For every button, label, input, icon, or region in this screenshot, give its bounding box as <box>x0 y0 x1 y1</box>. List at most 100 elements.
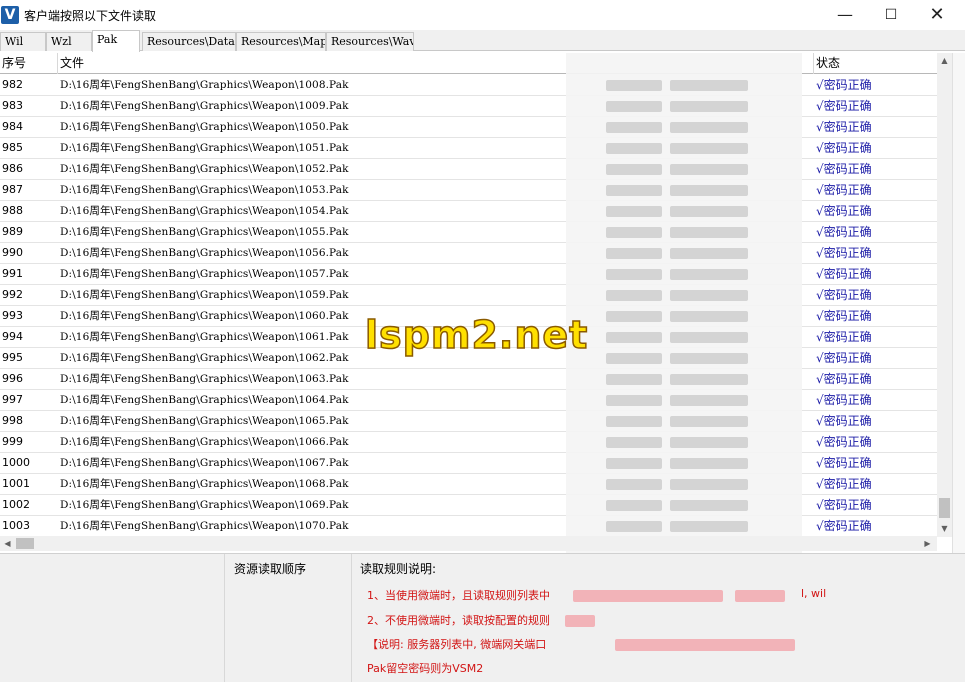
horizontal-scroll-thumb[interactable] <box>16 538 34 549</box>
resource-order-label: 资源读取顺序 <box>234 562 307 576</box>
minimize-button[interactable]: — <box>822 0 868 30</box>
row-seq: 993 <box>2 309 23 322</box>
redacted-cell <box>606 206 662 217</box>
row-seq: 1002 <box>2 498 30 511</box>
row-status: √密码正确 <box>816 435 872 449</box>
rule-4: Pak留空密码则为VSM2 <box>367 662 484 675</box>
maximize-button[interactable]: ☐ <box>868 0 914 30</box>
row-status: √密码正确 <box>816 351 872 365</box>
resource-order-panel: 资源读取顺序 <box>226 554 352 682</box>
redacted-cell <box>670 500 748 511</box>
scroll-right-icon[interactable]: ▶ <box>920 536 935 551</box>
redacted-cell <box>606 185 662 196</box>
redacted-cell <box>606 437 662 448</box>
row-status: √密码正确 <box>816 288 872 302</box>
tab-pak[interactable]: Pak <box>92 30 140 52</box>
tab-wzl[interactable]: Wzl <box>46 32 92 51</box>
redacted-cell <box>670 290 748 301</box>
column-header-status[interactable]: 状态 <box>814 53 937 74</box>
redacted-cell <box>606 269 662 280</box>
redacted-cell <box>606 353 662 364</box>
row-file-path: D:\16周年\FengShenBang\Graphics\Weapon\105… <box>60 247 349 259</box>
tab-resources-map[interactable]: Resources\Map <box>236 32 326 51</box>
redacted-cell <box>606 227 662 238</box>
row-status: √密码正确 <box>816 393 872 407</box>
row-file-path: D:\16周年\FengShenBang\Graphics\Weapon\105… <box>60 142 349 154</box>
row-status: √密码正确 <box>816 141 872 155</box>
redacted-cell <box>670 122 748 133</box>
redacted-cell <box>670 248 748 259</box>
row-seq: 982 <box>2 78 23 91</box>
redacted-cell <box>606 164 662 175</box>
row-status: √密码正确 <box>816 309 872 323</box>
scroll-up-icon[interactable]: ▲ <box>937 53 952 69</box>
redacted-cell <box>670 395 748 406</box>
row-file-path: D:\16周年\FengShenBang\Graphics\Weapon\106… <box>60 478 349 490</box>
row-seq: 1000 <box>2 456 30 469</box>
row-file-path: D:\16周年\FengShenBang\Graphics\Weapon\106… <box>60 394 349 406</box>
close-button[interactable]: ✕ <box>914 0 960 30</box>
redacted-cell <box>670 80 748 91</box>
row-seq: 990 <box>2 246 23 259</box>
rule-1-prefix: 1、当使用微端时，且读取规则列表中 <box>367 589 550 602</box>
row-status: √密码正确 <box>816 246 872 260</box>
scroll-down-icon[interactable]: ▼ <box>937 521 952 537</box>
row-status: √密码正确 <box>816 267 872 281</box>
tab-resources-data[interactable]: Resources\Data <box>142 32 236 51</box>
vertical-scroll-thumb[interactable] <box>939 498 950 518</box>
column-header-seq[interactable]: 序号 <box>0 53 58 74</box>
redacted-cell <box>670 101 748 112</box>
watermark-text: lspm2.net <box>364 312 589 358</box>
scroll-left-icon[interactable]: ◀ <box>0 536 15 551</box>
vertical-scrollbar[interactable]: ▲ ▼ <box>937 53 952 537</box>
title-bar: V 客户端按照以下文件读取 — ☐ ✕ <box>0 0 965 30</box>
redacted-cell <box>670 353 748 364</box>
redacted-region <box>566 53 802 553</box>
row-status: √密码正确 <box>816 330 872 344</box>
redacted-cell <box>606 311 662 322</box>
bottom-panel: 资源读取顺序 读取规则说明: 1、当使用微端时，且读取规则列表中 l, wil … <box>0 553 965 682</box>
row-file-path: D:\16周年\FengShenBang\Graphics\Weapon\106… <box>60 436 349 448</box>
row-status: √密码正确 <box>816 372 872 386</box>
redacted-text <box>615 639 795 651</box>
redacted-cell <box>670 479 748 490</box>
rule-2: 2、不使用微端时，读取按配置的规则 <box>367 614 550 627</box>
empty-panel <box>0 554 225 682</box>
row-file-path: D:\16周年\FengShenBang\Graphics\Weapon\105… <box>60 121 349 133</box>
redacted-cell <box>606 101 662 112</box>
row-file-path: D:\16周年\FengShenBang\Graphics\Weapon\105… <box>60 163 349 175</box>
redacted-cell <box>670 374 748 385</box>
row-status: √密码正确 <box>816 477 872 491</box>
redacted-cell <box>670 416 748 427</box>
redacted-cell <box>670 437 748 448</box>
file-list[interactable]: 序号 文件 状态 982 D:\16周年\FengShenBang\Graphic… <box>0 53 952 537</box>
row-seq: 1001 <box>2 477 30 490</box>
redacted-text <box>565 615 595 627</box>
row-seq: 984 <box>2 120 23 133</box>
tab-resources-wav[interactable]: Resources\Wav <box>326 32 414 51</box>
redacted-cell <box>606 521 662 532</box>
row-seq: 985 <box>2 141 23 154</box>
tab-wil[interactable]: Wil <box>0 32 46 51</box>
horizontal-scrollbar[interactable]: ◀ ▶ <box>0 536 937 551</box>
redacted-cell <box>606 416 662 427</box>
redacted-cell <box>670 227 748 238</box>
redacted-cell <box>606 122 662 133</box>
row-seq: 992 <box>2 288 23 301</box>
row-seq: 996 <box>2 372 23 385</box>
row-file-path: D:\16周年\FengShenBang\Graphics\Weapon\107… <box>60 520 349 532</box>
row-status: √密码正确 <box>816 78 872 92</box>
row-file-path: D:\16周年\FengShenBang\Graphics\Weapon\106… <box>60 373 349 385</box>
row-seq: 983 <box>2 99 23 112</box>
row-seq: 988 <box>2 204 23 217</box>
row-seq: 986 <box>2 162 23 175</box>
redacted-text <box>573 590 723 602</box>
redacted-cell <box>606 374 662 385</box>
redacted-text <box>735 590 785 602</box>
row-file-path: D:\16周年\FengShenBang\Graphics\Weapon\105… <box>60 226 349 238</box>
row-seq: 994 <box>2 330 23 343</box>
redacted-cell <box>606 479 662 490</box>
redacted-cell <box>670 311 748 322</box>
row-seq: 999 <box>2 435 23 448</box>
row-seq: 989 <box>2 225 23 238</box>
